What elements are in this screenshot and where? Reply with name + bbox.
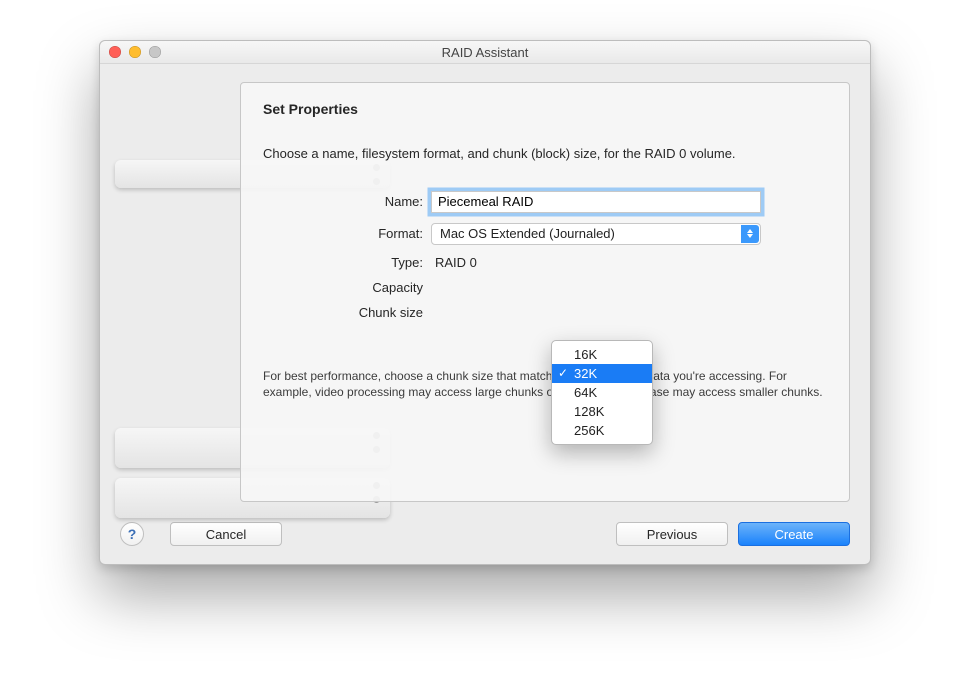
chunk-option-256k[interactable]: 256K <box>552 421 652 440</box>
name-input[interactable] <box>431 191 761 213</box>
chevron-updown-icon <box>741 225 759 243</box>
close-button[interactable] <box>109 46 121 58</box>
panel-heading: Set Properties <box>263 101 827 117</box>
window-body: Set Properties Choose a name, filesystem… <box>100 82 870 564</box>
format-select[interactable]: Mac OS Extended (Journaled) <box>431 223 761 245</box>
capacity-label: Capacity <box>263 280 431 295</box>
chunk-option-64k[interactable]: 64K <box>552 383 652 402</box>
window-title: RAID Assistant <box>100 45 870 60</box>
cancel-button[interactable]: Cancel <box>170 522 282 546</box>
chunk-label: Chunk size <box>263 305 431 320</box>
row-chunk: Chunk size <box>263 305 827 320</box>
name-label: Name: <box>263 194 431 209</box>
window: RAID Assistant Set Properties Choose a n… <box>99 40 871 565</box>
help-button[interactable]: ? <box>120 522 144 546</box>
type-label: Type: <box>263 255 431 270</box>
type-value: RAID 0 <box>431 255 477 270</box>
titlebar: RAID Assistant <box>100 41 870 64</box>
create-button[interactable]: Create <box>738 522 850 546</box>
minimize-button[interactable] <box>129 46 141 58</box>
format-label: Format: <box>263 226 431 241</box>
previous-button[interactable]: Previous <box>616 522 728 546</box>
row-type: Type: RAID 0 <box>263 255 827 270</box>
properties-panel: Set Properties Choose a name, filesystem… <box>240 82 850 502</box>
traffic-lights <box>100 46 161 58</box>
panel-intro: Choose a name, filesystem format, and ch… <box>263 145 827 163</box>
check-icon: ✓ <box>558 366 568 380</box>
chunk-option-16k[interactable]: 16K <box>552 345 652 364</box>
panel-hint: For best performance, choose a chunk siz… <box>263 368 827 400</box>
zoom-button[interactable] <box>149 46 161 58</box>
row-capacity: Capacity <box>263 280 827 295</box>
row-format: Format: Mac OS Extended (Journaled) <box>263 223 827 245</box>
chunk-option-128k[interactable]: 128K <box>552 402 652 421</box>
chunk-option-32k[interactable]: ✓ 32K <box>552 364 652 383</box>
format-value: Mac OS Extended (Journaled) <box>440 226 615 241</box>
footer: ? Cancel Previous Create <box>100 516 870 564</box>
chunk-size-menu[interactable]: 16K ✓ 32K 64K 128K 256K <box>551 340 653 445</box>
row-name: Name: <box>263 191 827 213</box>
